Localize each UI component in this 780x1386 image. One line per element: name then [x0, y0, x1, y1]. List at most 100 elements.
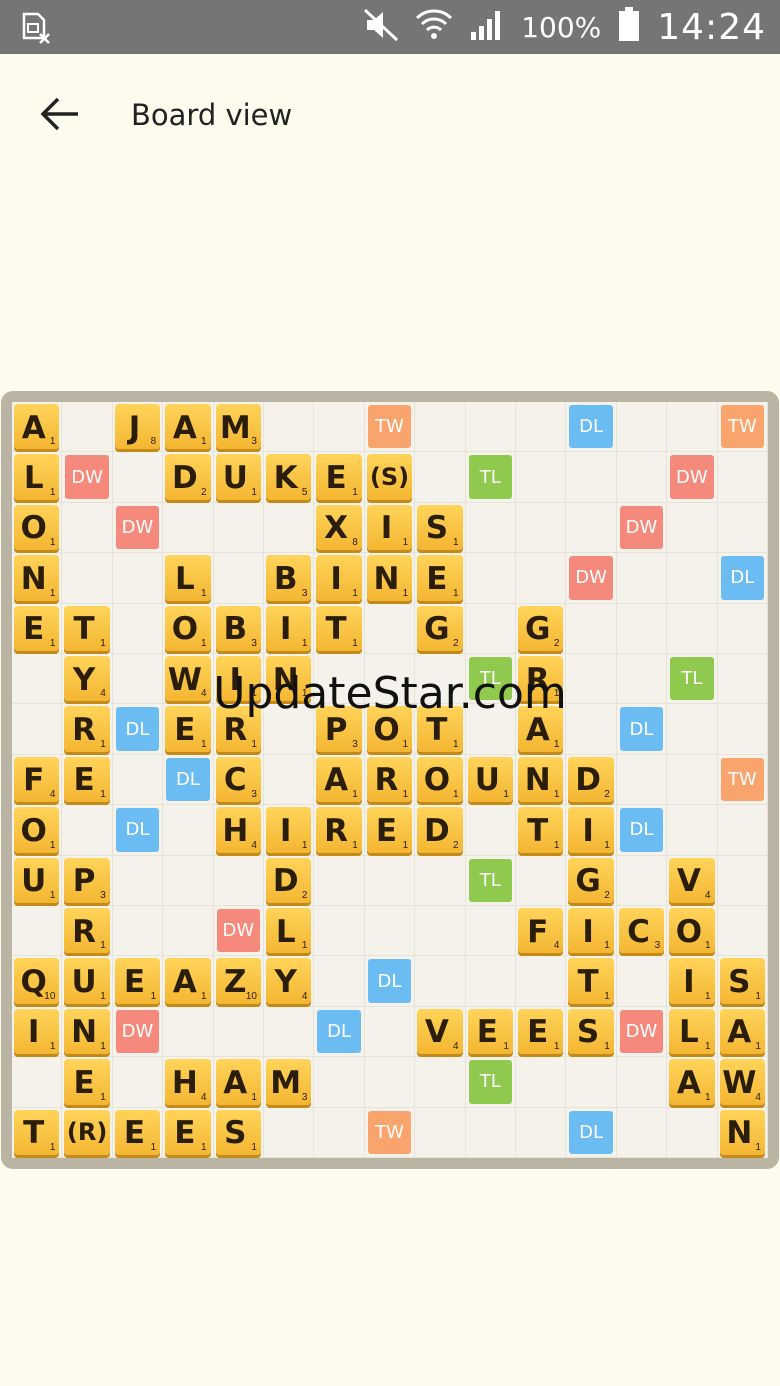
board-cell[interactable]: R1	[62, 906, 113, 957]
board-cell[interactable]	[717, 855, 768, 906]
board-cell[interactable]	[415, 855, 466, 906]
board-cell[interactable]: DL	[616, 704, 668, 755]
board-cell[interactable]: I1	[213, 654, 264, 705]
board-cell[interactable]	[667, 1107, 718, 1158]
board-cell[interactable]	[314, 1057, 365, 1108]
board-cell[interactable]: D2	[566, 754, 617, 806]
board-cell[interactable]	[616, 603, 668, 654]
board-cell[interactable]: Z 10	[213, 956, 264, 1007]
board-cell[interactable]	[415, 402, 466, 453]
board-cell[interactable]	[62, 805, 113, 856]
board-cell[interactable]: H4	[213, 805, 264, 856]
board-cell[interactable]: DW	[616, 1006, 668, 1058]
board-cell[interactable]: TW	[717, 754, 768, 806]
board-cell[interactable]: J8	[112, 402, 164, 453]
board-cell[interactable]: N1	[516, 754, 567, 806]
board-cell[interactable]	[264, 502, 315, 554]
board-cell[interactable]: TL	[465, 654, 516, 705]
board-cell[interactable]: C3	[616, 906, 668, 957]
board-cell[interactable]: A1	[163, 402, 214, 453]
board-cell[interactable]: O1	[364, 704, 416, 755]
board-cell[interactable]	[264, 704, 315, 755]
board-cell[interactable]	[364, 1006, 416, 1058]
board-cell[interactable]	[465, 906, 516, 957]
board-cell[interactable]	[717, 704, 768, 755]
board-cell[interactable]: DL	[364, 956, 416, 1007]
board-cell[interactable]	[264, 1107, 315, 1158]
board-cell[interactable]	[616, 553, 668, 604]
board-cell[interactable]: S1	[717, 956, 768, 1007]
board-cell[interactable]	[213, 553, 264, 604]
board-cell[interactable]	[566, 603, 617, 654]
board-cell[interactable]	[112, 654, 164, 705]
board-cell[interactable]: G2	[415, 603, 466, 654]
board-cell[interactable]: R1	[314, 805, 365, 856]
board-cell[interactable]	[112, 1057, 164, 1108]
board-cell[interactable]: E1	[12, 603, 63, 654]
board-cell[interactable]	[667, 754, 718, 806]
board-cell[interactable]	[62, 502, 113, 554]
board-cell[interactable]	[566, 1057, 617, 1108]
board-cell[interactable]: O1	[667, 906, 718, 957]
board-cell[interactable]: L1	[163, 553, 214, 604]
board-cell[interactable]: R1	[62, 704, 113, 755]
board-cell[interactable]: T1	[516, 805, 567, 856]
board-cell[interactable]	[516, 956, 567, 1007]
board-cell[interactable]	[516, 855, 567, 906]
board-cell[interactable]: TL	[465, 855, 516, 906]
board-cell[interactable]: F4	[12, 754, 63, 806]
board-cell[interactable]	[566, 654, 617, 705]
board-cell[interactable]: B3	[264, 553, 315, 604]
board-cell[interactable]: N1	[364, 553, 416, 604]
board-cell[interactable]: DW	[616, 502, 668, 554]
board-cell[interactable]	[616, 1057, 668, 1108]
board-cell[interactable]	[314, 855, 365, 906]
board-cell[interactable]: DW	[213, 906, 264, 957]
board-cell[interactable]	[616, 1107, 668, 1158]
board-cell[interactable]: A1	[516, 704, 567, 755]
board-cell[interactable]	[465, 502, 516, 554]
board-cell[interactable]: DL	[616, 805, 668, 856]
board-cell[interactable]	[667, 704, 718, 755]
board-cell[interactable]: N1	[12, 553, 63, 604]
board-cell[interactable]: V4	[667, 855, 718, 906]
board-cell[interactable]: (R)	[62, 1107, 113, 1158]
board-cell[interactable]: I1	[566, 906, 617, 957]
board-cell[interactable]	[667, 603, 718, 654]
board-cell[interactable]	[516, 553, 567, 604]
board-cell[interactable]	[415, 956, 466, 1007]
board-cell[interactable]	[465, 805, 516, 856]
board-cell[interactable]: P3	[62, 855, 113, 906]
board-cell[interactable]: A1	[667, 1057, 718, 1108]
board-cell[interactable]	[314, 654, 365, 705]
board-cell[interactable]: DW	[112, 502, 164, 554]
board-cell[interactable]: X8	[314, 502, 365, 554]
board-cell[interactable]: R1	[213, 704, 264, 755]
board-cell[interactable]: K5	[264, 452, 315, 503]
board-cell[interactable]: U1	[12, 855, 63, 906]
board-cell[interactable]	[264, 402, 315, 453]
board-cell[interactable]: DW	[62, 452, 113, 503]
board-cell[interactable]	[163, 855, 214, 906]
board-cell[interactable]: I1	[314, 553, 365, 604]
board-cell[interactable]	[516, 402, 567, 453]
board-cell[interactable]: U1	[213, 452, 264, 503]
board-cell[interactable]	[264, 754, 315, 806]
board-cell[interactable]	[717, 906, 768, 957]
board-cell[interactable]: T1	[12, 1107, 63, 1158]
board-cell[interactable]: H4	[163, 1057, 214, 1108]
back-button[interactable]	[30, 84, 90, 144]
board-cell[interactable]	[112, 906, 164, 957]
board-cell[interactable]: D2	[415, 805, 466, 856]
board-cell[interactable]: I1	[667, 956, 718, 1007]
board-cell[interactable]: L1	[667, 1006, 718, 1058]
board-cell[interactable]	[516, 1107, 567, 1158]
board-cell[interactable]: W4	[163, 654, 214, 705]
board-cell[interactable]: TL	[667, 654, 718, 705]
board-cell[interactable]	[516, 1057, 567, 1108]
board-cell[interactable]: L1	[264, 906, 315, 957]
board-cell[interactable]: R1	[364, 754, 416, 806]
board-cell[interactable]: A1	[314, 754, 365, 806]
board-cell[interactable]	[616, 654, 668, 705]
board-cell[interactable]	[213, 502, 264, 554]
